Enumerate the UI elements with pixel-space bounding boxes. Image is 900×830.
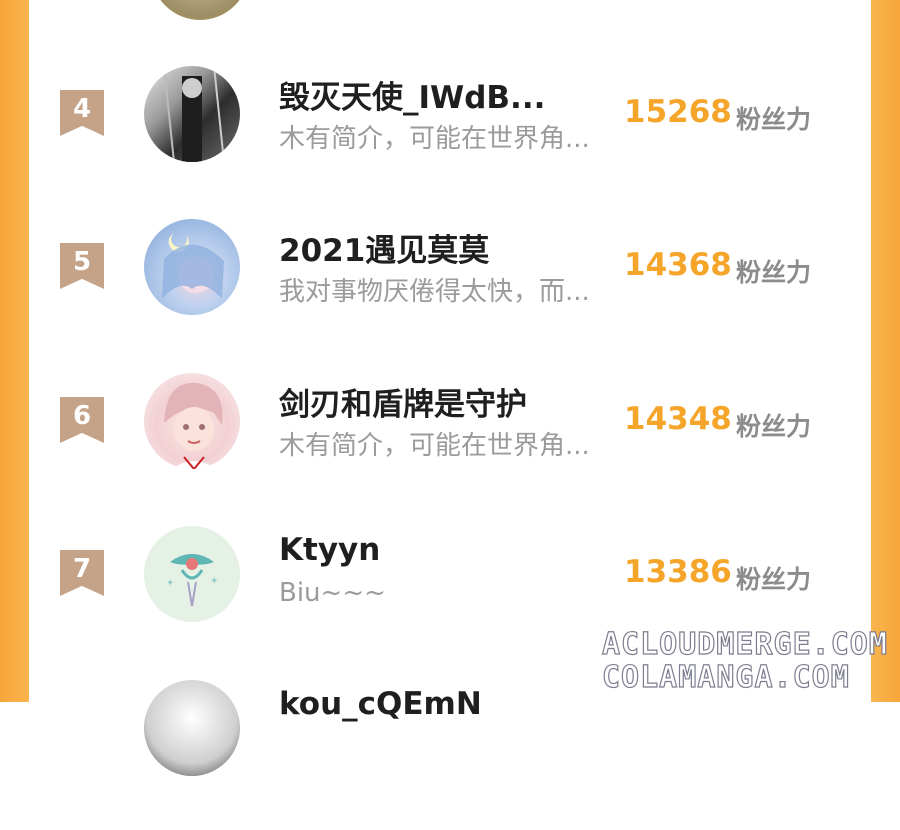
score-unit: 粉丝力 [736,105,812,134]
user-name[interactable]: kou_cQEmN [279,686,609,722]
pink-hair-boy-avatar-icon[interactable] [144,373,240,469]
rank-badge: 5 [60,243,104,289]
svg-text:✦: ✦ [210,576,218,587]
user-name[interactable]: 2021遇见莫莫 [279,225,609,270]
partial-avatar-icon[interactable] [144,680,240,776]
list-item[interactable]: 5 2021遇见莫莫 我对事物厌倦得太快，而... 14368 粉丝力 [29,219,871,369]
user-name[interactable]: 毁灭天使_IWdB... [279,72,609,117]
user-bio: Biu~~~ [279,578,386,608]
leaderboard-panel: 4 毁灭天使_IWdB... 木有简介，可能在世界角... 15268 粉丝力 … [29,0,888,776]
left-frame [0,0,29,702]
previous-avatar[interactable] [151,0,249,20]
rank-badge: 7 [60,550,104,596]
fan-score: 14368 [624,247,732,283]
score-unit: 粉丝力 [736,565,812,594]
fan-score: 13386 [624,554,732,590]
watermark-text: ACLOUDMERGE.COM [601,626,888,662]
fan-score: 14348 [624,401,732,437]
rank-badge: 4 [60,90,104,136]
user-bio: 木有简介，可能在世界角... [279,124,590,154]
watermark-text: COLAMANGA.COM [601,659,850,695]
user-name[interactable]: 剑刃和盾牌是守护 [279,379,609,424]
blue-hair-girl-avatar-icon[interactable] [144,219,240,315]
dark-figure-avatar-icon[interactable] [144,66,240,162]
list-item[interactable]: kou_cQEmN [29,680,871,830]
user-bio: 我对事物厌倦得太快，而... [279,277,590,307]
list-item[interactable]: 4 毁灭天使_IWdB... 木有简介，可能在世界角... 15268 粉丝力 [29,66,871,216]
emblem-avatar-icon[interactable]: ✦ ✦ [144,526,240,622]
score-unit: 粉丝力 [736,258,812,287]
user-bio: 木有简介，可能在世界角... [279,431,590,461]
fan-score: 15268 [624,94,732,130]
score-unit: 粉丝力 [736,412,812,441]
svg-text:✦: ✦ [166,578,174,589]
right-frame [871,0,900,702]
list-item[interactable]: 6 剑刃和盾牌是守护 木有简介，可能在世界角... 14348 粉丝力 [29,373,871,523]
user-name[interactable]: Ktyyn [279,532,609,568]
rank-badge: 6 [60,397,104,443]
